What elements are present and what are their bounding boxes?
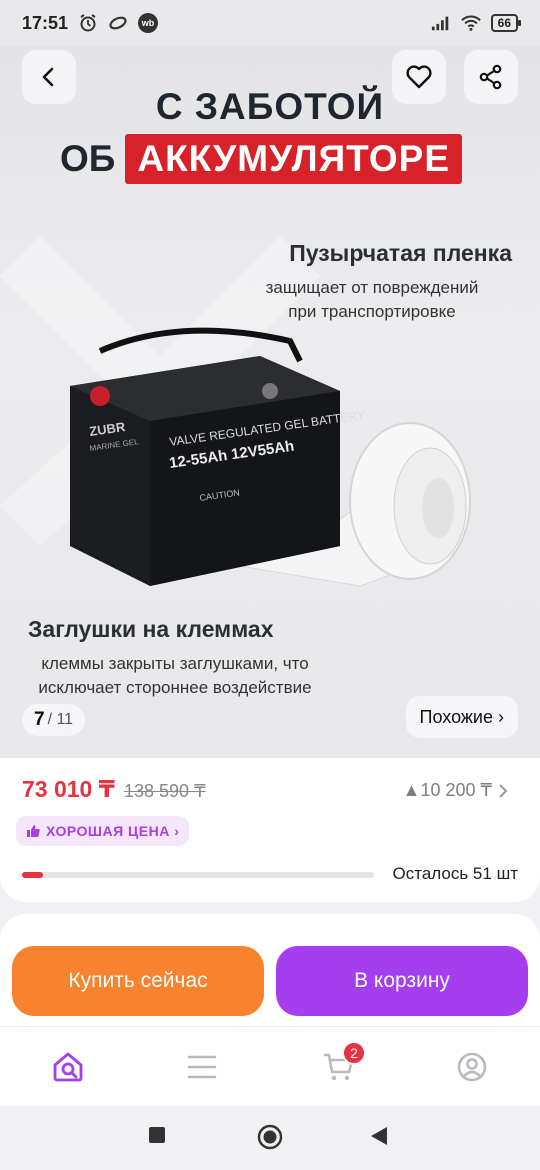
battery-indicator: 66 xyxy=(490,14,522,32)
add-to-cart-button[interactable]: В корзину xyxy=(276,946,528,1016)
wb-app-icon: wb xyxy=(138,13,159,33)
product-image-gallery[interactable]: С ЗАБОТОЙ ОБ АККУМУЛЯТОРЕ Пузырчатая пле… xyxy=(0,46,540,758)
cart-count-badge: 2 xyxy=(342,1041,366,1065)
old-price: 138 590 ₸ xyxy=(124,781,206,801)
tab-profile[interactable] xyxy=(452,1047,492,1087)
menu-icon xyxy=(187,1055,217,1079)
home-search-icon xyxy=(53,1052,83,1082)
hero-title-line1: С ЗАБОТОЙ xyxy=(155,86,385,127)
heart-icon xyxy=(406,65,432,89)
current-price: 73 010 ₸ xyxy=(22,776,115,802)
tab-cart[interactable]: 2 xyxy=(318,1041,366,1087)
signal-icon xyxy=(431,13,451,33)
stock-progress-fill xyxy=(22,872,44,878)
price-history-link[interactable]: ▲10 200 ₸ xyxy=(403,780,508,801)
system-navigation-bar xyxy=(0,1106,540,1170)
caption-terminal-caps-title: Заглушки на клеммах xyxy=(28,616,274,642)
hero-title-prefix: ОБ xyxy=(60,138,116,179)
similar-button[interactable]: Похожие › xyxy=(405,696,518,738)
good-price-label: ХОРОШАЯ ЦЕНА › xyxy=(46,823,180,839)
good-price-badge[interactable]: ХОРОШАЯ ЦЕНА › xyxy=(16,816,190,846)
status-time: 17:51 xyxy=(22,12,69,33)
stock-remaining: Осталось 51 шт xyxy=(392,864,518,883)
buy-now-button[interactable]: Купить сейчас xyxy=(12,946,264,1016)
home-circle-icon[interactable] xyxy=(257,1124,283,1150)
image-index: 7 xyxy=(34,709,45,730)
hero-title-highlight: АККУМУЛЯТОРЕ xyxy=(125,134,462,184)
share-icon xyxy=(479,64,502,90)
thumbs-up-icon xyxy=(27,825,40,837)
stock-progress-bar xyxy=(22,872,374,878)
battery-body: VALVE REGULATED GEL BATTERY 12-55Ah 12V5… xyxy=(70,327,366,586)
link-icon xyxy=(108,13,128,33)
favorite-button[interactable] xyxy=(392,50,446,104)
tab-catalog[interactable] xyxy=(182,1047,222,1087)
image-counter: 7 / 11 xyxy=(22,704,86,736)
alarm-icon xyxy=(78,13,98,33)
tab-home-search[interactable] xyxy=(48,1047,88,1087)
hero-title-line2: ОБ АККУМУЛЯТОРЕ xyxy=(60,134,462,184)
recents-icon[interactable] xyxy=(148,1126,166,1144)
status-bar: 17:51 wb 66 xyxy=(0,0,540,46)
caption-bubble-wrap-title: Пузырчатая пленка xyxy=(289,240,512,266)
share-button[interactable] xyxy=(464,50,518,104)
price-card: 73 010 ₸ 138 590 ₸ ▲10 200 ₸ ХОРОШАЯ ЦЕН… xyxy=(0,758,540,902)
bottom-tab-bar: 2 xyxy=(0,1026,540,1106)
profile-icon xyxy=(457,1052,487,1082)
battery-product-image: VALVE REGULATED GEL BATTERY 12-55Ah 12V5… xyxy=(70,327,471,587)
image-total: / 11 xyxy=(47,711,74,728)
wifi-icon xyxy=(460,13,481,33)
price-delta: ▲10 200 ₸ xyxy=(402,780,492,800)
chevron-left-icon xyxy=(42,67,54,87)
caption-terminal-caps-text: клеммы закрыты заглушками, что исключает… xyxy=(38,654,312,697)
chevron-right-icon xyxy=(499,783,508,798)
back-button[interactable] xyxy=(22,50,76,104)
back-triangle-icon[interactable] xyxy=(370,1126,388,1146)
